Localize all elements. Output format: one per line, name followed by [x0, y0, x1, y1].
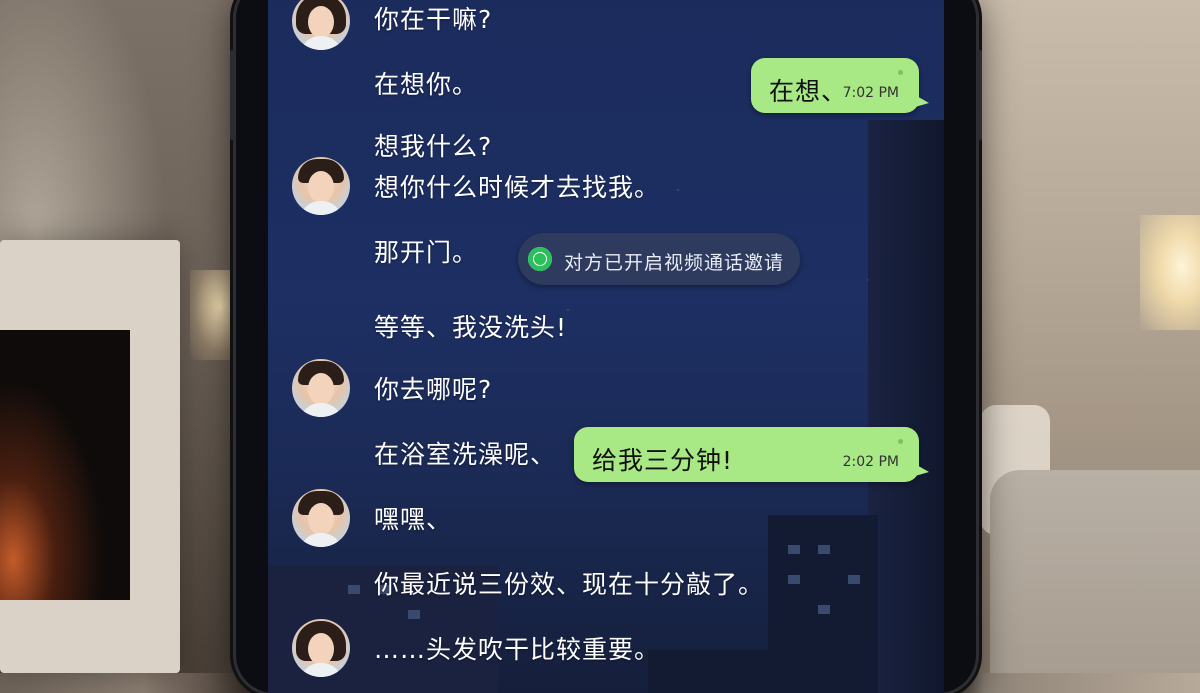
chat-bubble-outgoing[interactable]: 给我三分钟! 2:02 PM: [574, 427, 929, 482]
message-text: 你在干嘛?: [374, 5, 493, 34]
video-call-notice[interactable]: 对方已开启视频通话邀请: [518, 233, 800, 285]
avatar-male[interactable]: [292, 359, 350, 417]
building-window: [848, 575, 860, 584]
avatar-face: [308, 633, 334, 665]
building-window: [788, 545, 800, 554]
bubble-text: 在想、: [769, 77, 848, 106]
avatar-body: [300, 403, 342, 417]
building: [768, 515, 878, 693]
avatar-face: [308, 6, 334, 38]
chat-bubble-outgoing[interactable]: 在想、 7:02 PM: [751, 58, 929, 113]
avatar-body: [300, 201, 342, 215]
phone-side-button-right: [977, 50, 982, 140]
avatar-female[interactable]: [292, 619, 350, 677]
building-window: [348, 585, 360, 594]
avatar-body: [300, 36, 342, 50]
video-call-status-icon: [528, 247, 552, 271]
avatar-face: [308, 503, 334, 535]
building-window: [818, 545, 830, 554]
building: [648, 650, 768, 693]
message-text: 那开门。: [374, 238, 479, 267]
message-text: 你最近说三份效、现在十分敲了。: [374, 570, 765, 599]
message-text: 等等、我没洗头!: [374, 313, 568, 342]
message-text: 想你什么时候才去找我。: [374, 173, 661, 202]
bubble-text: 给我三分钟!: [592, 446, 734, 475]
building-window: [408, 610, 420, 619]
bubble-timestamp: 2:02 PM: [842, 454, 899, 470]
building: [868, 120, 944, 693]
phone: 你在干嘛? 在想你。 想我什么? 想你什么时候才去找我。 那开门。 等等、我没洗…: [230, 0, 982, 693]
message-text: 在想你。: [374, 70, 479, 99]
chat-screen[interactable]: 你在干嘛? 在想你。 想我什么? 想你什么时候才去找我。 那开门。 等等、我没洗…: [268, 0, 944, 693]
read-dot-icon: [898, 439, 903, 444]
message-text: 嘿嘿、: [374, 505, 453, 534]
building-window: [818, 605, 830, 614]
fireplace-fire: [0, 330, 130, 600]
message-text: ……头发吹干比较重要。: [374, 635, 661, 664]
message-text: 想我什么?: [374, 132, 493, 161]
phone-side-button-left: [230, 50, 235, 140]
avatar-male[interactable]: [292, 157, 350, 215]
avatar-face: [308, 171, 334, 203]
message-text: 你去哪呢?: [374, 375, 493, 404]
lamp-glow-right: [1140, 215, 1200, 330]
avatar-male[interactable]: [292, 489, 350, 547]
avatar-face: [308, 373, 334, 405]
message-text: 在浴室洗澡呢、: [374, 440, 557, 469]
avatar-body: [300, 663, 342, 677]
read-dot-icon: [898, 70, 903, 75]
avatar-body: [300, 533, 342, 547]
video-call-notice-text: 对方已开启视频通话邀请: [564, 252, 785, 274]
bubble-timestamp: 7:02 PM: [842, 85, 899, 101]
sofa: [990, 470, 1200, 673]
building-window: [788, 575, 800, 584]
